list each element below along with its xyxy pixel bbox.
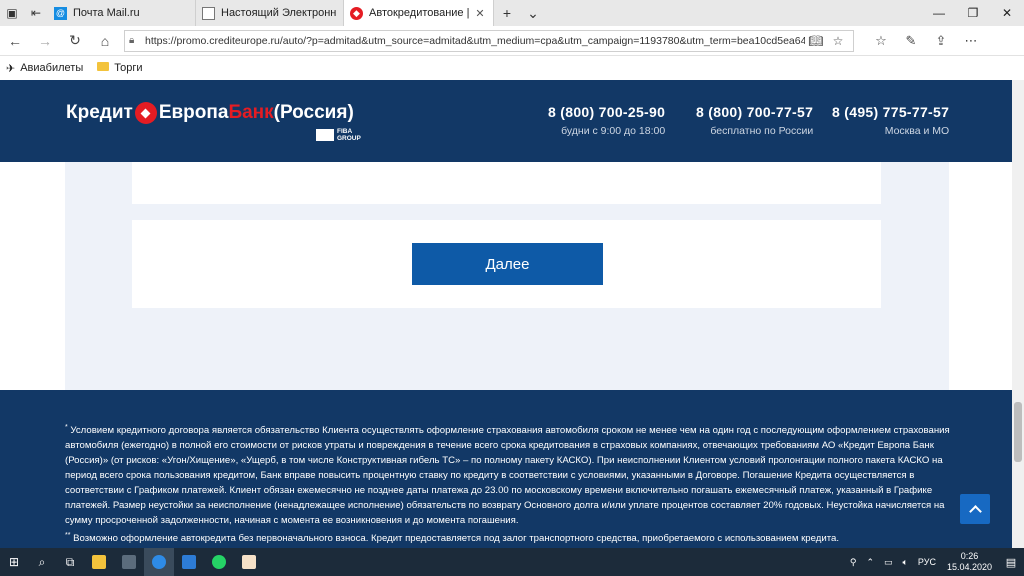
more-icon[interactable]: ⋯: [956, 33, 986, 49]
minimize-icon[interactable]: —: [922, 0, 956, 26]
fiba-text: FIBA: [337, 128, 353, 135]
logo-text-russia: (Россия): [273, 102, 354, 123]
action-center-icon[interactable]: ▤: [998, 556, 1024, 569]
logo-text-bank: Банк: [228, 102, 274, 123]
store-icon[interactable]: [114, 548, 144, 576]
new-tab-button[interactable]: +: [494, 0, 520, 26]
home-button[interactable]: ⌂: [90, 26, 120, 56]
site-footer: * Условием кредитного договора является …: [0, 390, 1012, 548]
folder-icon: [97, 62, 110, 74]
network-icon[interactable]: ▭: [884, 557, 893, 568]
logo-diamond-icon: [134, 102, 157, 124]
disclaimer-text: * Условием кредитного договора является …: [65, 420, 955, 546]
favorite-item-avia[interactable]: ✈ Авиабилеты: [6, 62, 83, 75]
form-card: [132, 162, 881, 204]
disclaimer-paragraph-1: Условием кредитного договора является об…: [65, 425, 950, 527]
phone-number[interactable]: 8 (800) 700-77-57: [696, 104, 813, 120]
logo-text-credit: Кредит: [66, 102, 133, 123]
back-button[interactable]: ←: [0, 26, 30, 56]
favorite-star-icon[interactable]: ☆: [827, 34, 849, 48]
web-page: Кредит Европа Банк (Россия) FIBA GROUP 8 …: [0, 80, 1012, 548]
close-tab-icon[interactable]: ✕: [473, 7, 487, 20]
clock[interactable]: 0:26 15.04.2020: [947, 551, 992, 573]
fiba-group-badge: FIBA GROUP: [316, 128, 361, 142]
windows-start-icon[interactable]: ⊞: [0, 548, 28, 576]
phone-block-1: 8 (800) 700-25-90 будни с 9:00 до 18:00: [548, 104, 665, 137]
favorite-label: Авиабилеты: [20, 62, 84, 74]
tab-title: Автокредитование | Кр: [369, 7, 473, 19]
refresh-button[interactable]: ↻: [60, 26, 90, 56]
phone-number[interactable]: 8 (800) 700-25-90: [548, 104, 665, 120]
whatsapp-icon[interactable]: [204, 548, 234, 576]
tab-autocredit[interactable]: ◆ Автокредитование | Кр ✕: [344, 0, 494, 26]
file-explorer-icon[interactable]: [84, 548, 114, 576]
tab-mail[interactable]: @ Почта Mail.ru: [48, 0, 196, 26]
favorite-item-torgi[interactable]: Торги: [97, 62, 143, 74]
next-button[interactable]: Далее: [412, 243, 603, 285]
set-aside-tabs-icon[interactable]: ⇤: [24, 0, 48, 26]
site-header: Кредит Европа Банк (Россия) FIBA GROUP 8 …: [0, 80, 1012, 162]
disclaimer-paragraph-2: Возможно оформление автокредита без перв…: [70, 533, 839, 545]
forward-button[interactable]: →: [30, 26, 60, 56]
clock-date: 15.04.2020: [946, 562, 992, 572]
bank-logo[interactable]: Кредит Европа Банк (Россия): [66, 102, 354, 124]
phone-block-3: 8 (495) 775-77-57 Москва и МО: [832, 104, 949, 137]
task-view-icon[interactable]: ⧉: [56, 548, 84, 576]
phone-note: Москва и МО: [884, 125, 950, 137]
lock-icon[interactable]: 🔒︎: [129, 35, 145, 46]
language-indicator[interactable]: РУС: [918, 557, 936, 567]
reading-view-icon[interactable]: 📖︎: [805, 34, 827, 48]
document-app-icon[interactable]: [234, 548, 264, 576]
group-text: GROUP: [337, 135, 361, 142]
url-text[interactable]: https://promo.crediteurope.ru/auto/?p=ad…: [145, 35, 805, 47]
fiba-logo-icon: [316, 129, 334, 141]
tab-title: Настоящий Электронный Г: [221, 7, 337, 19]
system-tray: ⚲ ⌃ ▭ 🔈︎ РУС 0:26 15.04.2020 ▤: [845, 551, 1024, 573]
phone-note: бесплатно по России: [710, 125, 814, 137]
tab-actions-icon[interactable]: ▣: [0, 0, 24, 26]
phone-number[interactable]: 8 (495) 775-77-57: [832, 104, 949, 120]
address-bar[interactable]: 🔒︎ https://promo.crediteurope.ru/auto/?p…: [124, 29, 854, 52]
screen: ▣ ⇤ @ Почта Mail.ru Настоящий Электронны…: [0, 0, 1024, 576]
mail-ru-icon: @: [54, 6, 67, 20]
plane-icon: ✈: [6, 62, 16, 75]
restore-icon[interactable]: ❐: [956, 0, 990, 26]
windows-taskbar: ⊞ ⌕ ⧉ ⚲ ⌃ ▭ 🔈︎ РУС 0:26 15.04.2020 ▤: [0, 548, 1024, 576]
show-hidden-icons-chevron-icon[interactable]: ⌃: [866, 557, 874, 568]
favorites-bar: ✈ Авиабилеты Торги: [0, 56, 1024, 80]
search-icon[interactable]: ⌕: [28, 548, 56, 576]
scrollbar-thumb[interactable]: [1014, 402, 1022, 462]
mail-icon[interactable]: [174, 548, 204, 576]
page-icon: [202, 6, 215, 20]
share-icon[interactable]: ⇪: [926, 33, 956, 49]
tab-list-chevron-icon[interactable]: ⌄: [520, 0, 546, 26]
close-icon[interactable]: ✕: [990, 0, 1024, 26]
tab-title: Почта Mail.ru: [73, 7, 140, 19]
phone-note: будни с 9:00 до 18:00: [561, 125, 666, 137]
browser-tools: ☆ ✎ ⇪ ⋯: [866, 33, 986, 49]
favorites-hub-icon[interactable]: ☆: [866, 33, 896, 49]
edge-icon[interactable]: [144, 548, 174, 576]
notes-pen-icon[interactable]: ✎: [896, 33, 926, 49]
credit-europe-icon: ◆: [350, 6, 363, 20]
clock-time: 0:26: [960, 551, 979, 561]
phone-block-2: 8 (800) 700-77-57 бесплатно по России: [696, 104, 813, 137]
people-icon[interactable]: ⚲: [850, 557, 857, 568]
page-scrollbar[interactable]: [1012, 80, 1024, 548]
logo-text-europe: Европа: [158, 102, 229, 123]
window-controls: — ❐ ✕: [922, 0, 1024, 26]
tab-strip: ▣ ⇤ @ Почта Mail.ru Настоящий Электронны…: [0, 0, 1024, 26]
volume-icon[interactable]: 🔈︎: [903, 557, 908, 568]
scroll-to-top-button[interactable]: [960, 494, 990, 524]
address-toolbar: ← → ↻ ⌂ 🔒︎ https://promo.crediteurope.ru…: [0, 26, 1024, 56]
favorite-label: Торги: [114, 62, 143, 74]
tab-electronic[interactable]: Настоящий Электронный Г: [196, 0, 344, 26]
